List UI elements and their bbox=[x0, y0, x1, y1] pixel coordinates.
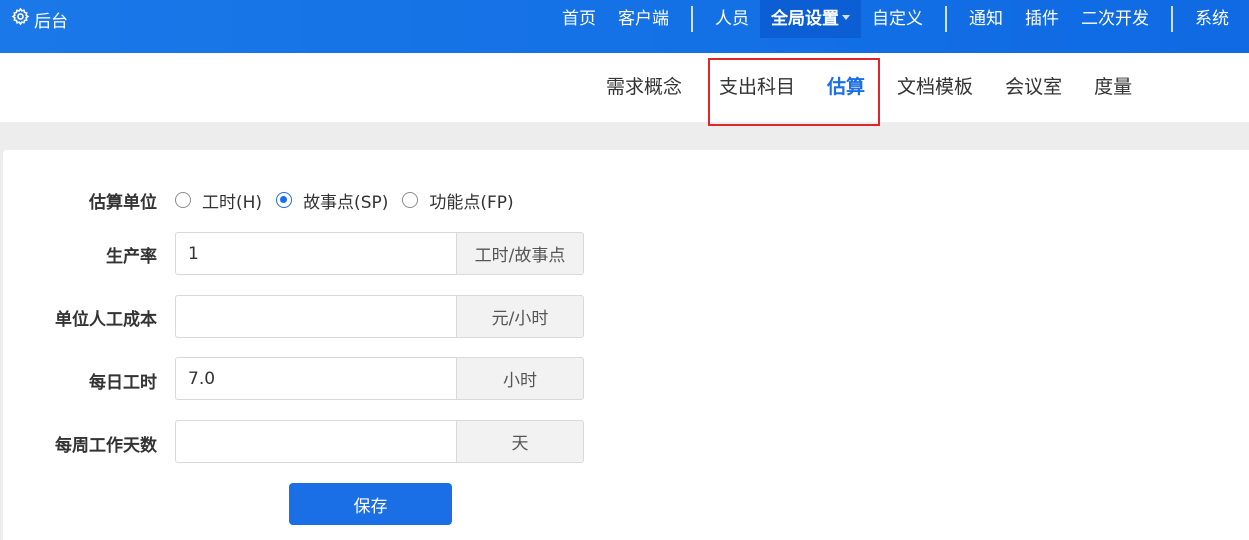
nav-item-dev[interactable]: 二次开发 bbox=[1070, 0, 1160, 38]
radio-story-points[interactable]: 故事点(SP) bbox=[276, 188, 388, 213]
nav-divider bbox=[691, 6, 693, 32]
radio-story-points-indicator[interactable] bbox=[276, 192, 293, 208]
productivity-label: 生产率 bbox=[106, 247, 157, 267]
nav-item-system[interactable]: 系统 bbox=[1184, 0, 1249, 38]
brand[interactable]: 后台 bbox=[11, 7, 68, 32]
nav-item-client[interactable]: 客户端 bbox=[607, 0, 680, 38]
nav-divider bbox=[945, 6, 947, 32]
radio-story-points-label: 故事点(SP) bbox=[303, 192, 389, 213]
nav-item-home[interactable]: 首页 bbox=[551, 0, 607, 38]
unit-cost-input[interactable] bbox=[175, 295, 456, 338]
daily-hours-input-group: 小时 bbox=[175, 357, 584, 400]
nav-item-notifications[interactable]: 通知 bbox=[958, 0, 1014, 38]
weekly-days-input-group: 天 bbox=[175, 420, 584, 463]
nav-item-people[interactable]: 人员 bbox=[704, 0, 760, 38]
estimate-unit-label: 估算单位 bbox=[89, 193, 157, 213]
radio-hours-label: 工时(H) bbox=[202, 192, 263, 213]
nav-item-custom[interactable]: 自定义 bbox=[861, 0, 934, 38]
caret-down-icon bbox=[842, 14, 850, 20]
top-nav: 首页 客户端 人员 全局设置 自定义 通知 插件 二次开发 系统 bbox=[551, 0, 1249, 38]
productivity-input[interactable] bbox=[175, 232, 456, 275]
tab-doc-template[interactable]: 文档模板 bbox=[881, 53, 989, 122]
daily-hours-unit: 小时 bbox=[456, 357, 584, 400]
productivity-input-group: 工时/故事点 bbox=[175, 232, 584, 275]
nav-divider bbox=[1171, 6, 1173, 32]
top-header: 后台 首页 客户端 人员 全局设置 自定义 通知 插件 二次开发 系统 bbox=[0, 0, 1249, 53]
unit-cost-input-group: 元/小时 bbox=[175, 295, 584, 338]
highlight-annotation-box bbox=[708, 58, 880, 126]
tab-meeting-room[interactable]: 会议室 bbox=[989, 53, 1078, 122]
unit-cost-label: 单位人工成本 bbox=[55, 310, 157, 330]
save-button[interactable]: 保存 bbox=[289, 483, 452, 525]
unit-cost-unit: 元/小时 bbox=[456, 295, 584, 338]
nav-item-global-settings[interactable]: 全局设置 bbox=[760, 0, 861, 38]
radio-function-points[interactable]: 功能点(FP) bbox=[402, 188, 514, 213]
tab-requirement-concept[interactable]: 需求概念 bbox=[590, 53, 698, 122]
tab-metrics[interactable]: 度量 bbox=[1078, 53, 1148, 122]
radio-function-points-indicator[interactable] bbox=[402, 192, 419, 208]
radio-function-points-label: 功能点(FP) bbox=[429, 192, 514, 213]
nav-item-global-settings-label: 全局设置 bbox=[771, 9, 839, 29]
productivity-unit: 工时/故事点 bbox=[456, 232, 584, 275]
brand-label: 后台 bbox=[34, 11, 68, 32]
daily-hours-label: 每日工时 bbox=[89, 373, 157, 393]
weekly-days-label: 每周工作天数 bbox=[55, 436, 157, 456]
sub-nav-bar: 需求概念 支出科目 估算 文档模板 会议室 度量 bbox=[0, 53, 1249, 122]
radio-hours-indicator[interactable] bbox=[175, 192, 191, 208]
estimate-unit-radio-group: 工时(H) 故事点(SP) 功能点(FP) bbox=[175, 188, 528, 213]
gear-icon bbox=[11, 7, 34, 31]
daily-hours-input[interactable] bbox=[175, 357, 456, 400]
weekly-days-input[interactable] bbox=[175, 420, 456, 463]
radio-hours[interactable]: 工时(H) bbox=[175, 188, 262, 213]
nav-item-plugins[interactable]: 插件 bbox=[1014, 0, 1070, 38]
weekly-days-unit: 天 bbox=[456, 420, 584, 463]
